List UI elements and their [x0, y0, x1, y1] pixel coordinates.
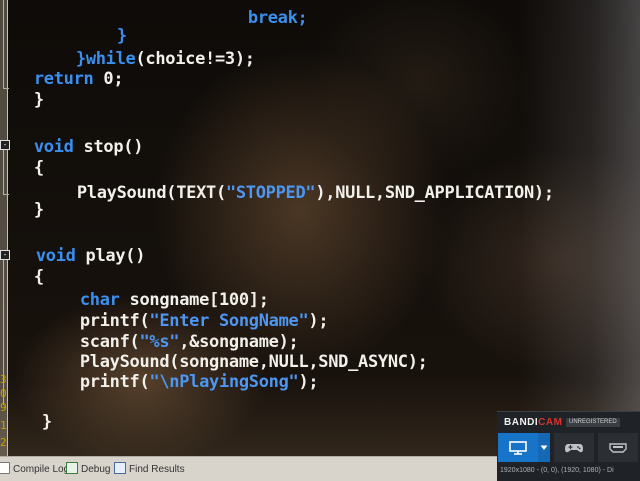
fold-toggle-play[interactable]: - — [0, 250, 10, 260]
gutter-margin-line — [7, 0, 8, 456]
tab-label: Find Results — [129, 464, 185, 475]
string-literal: "\nPlayingSong" — [149, 372, 299, 392]
monitor-icon — [509, 440, 527, 455]
code-text: ); — [308, 311, 329, 331]
search-icon — [114, 462, 126, 474]
code-text: 0; — [93, 69, 124, 89]
code-line[interactable]: { — [14, 247, 44, 287]
gamepad-icon — [565, 443, 583, 452]
code-line[interactable]: printf("\nPlayingSong"); — [60, 352, 319, 392]
brace: } — [33, 90, 44, 110]
line-number: 0 — [0, 387, 7, 400]
fold-guide — [3, 150, 4, 194]
line-number: 9 — [0, 401, 7, 414]
code-line[interactable]: break; — [228, 0, 308, 28]
keyword: break; — [247, 8, 308, 28]
code-text: PlaySound(TEXT( — [76, 183, 226, 203]
unregistered-badge: UNREGISTERED — [566, 418, 620, 427]
check-icon — [66, 462, 78, 474]
fold-end-tick — [3, 194, 9, 195]
brace: } — [41, 412, 52, 432]
code-line[interactable]: } — [14, 70, 44, 110]
tab-label: Compile Log — [13, 464, 70, 475]
device-mode-button[interactable] — [598, 433, 638, 462]
code-text: ); — [298, 372, 319, 392]
tab-compile-log[interactable]: Compile Log — [0, 462, 69, 476]
code-line[interactable]: { — [14, 138, 44, 178]
fold-guide — [3, 0, 4, 88]
screen-mode-dropdown[interactable] — [538, 433, 550, 462]
brace: } — [33, 200, 44, 220]
string-literal: "STOPPED" — [225, 183, 316, 203]
tab-debug[interactable]: Debug — [66, 462, 110, 476]
code-text: play() — [75, 246, 146, 266]
code-text: ),NULL,SND_APPLICATION); — [315, 183, 554, 203]
code-line[interactable]: } — [14, 180, 44, 220]
tab-find-results[interactable]: Find Results — [114, 462, 185, 476]
game-mode-button[interactable] — [554, 433, 594, 462]
chevron-down-icon — [540, 445, 548, 450]
hdmi-icon — [609, 442, 627, 453]
code-text: printf( — [79, 372, 150, 392]
screen-glare — [520, 0, 640, 480]
code-text: (choice!=3); — [135, 49, 256, 69]
bottom-panel-tabs: Compile Log Debug Find Results — [0, 456, 500, 481]
line-number: 1 — [0, 419, 7, 432]
brace: { — [33, 158, 44, 178]
line-number: 2 — [0, 436, 7, 449]
document-icon — [0, 462, 10, 474]
bandicam-widget: BANDICAM UNREGISTERED 1920x1080 - (0, 0)… — [497, 411, 640, 481]
screen-mode-button[interactable] — [498, 433, 538, 462]
tab-label: Debug — [81, 464, 111, 475]
code-text: stop() — [73, 137, 144, 157]
code-line[interactable]: PlaySound(TEXT("STOPPED"),NULL,SND_APPLI… — [57, 163, 554, 203]
fold-end-tick — [3, 88, 9, 89]
line-number: 3 — [0, 373, 7, 386]
bandicam-logo: BANDICAM — [504, 417, 563, 428]
fold-toggle-stop[interactable]: - — [0, 140, 10, 150]
code-line[interactable]: } — [22, 392, 52, 432]
recording-target-status: 1920x1080 - (0, 0), (1920, 1080) - Di — [500, 467, 614, 474]
brace: { — [33, 267, 44, 287]
